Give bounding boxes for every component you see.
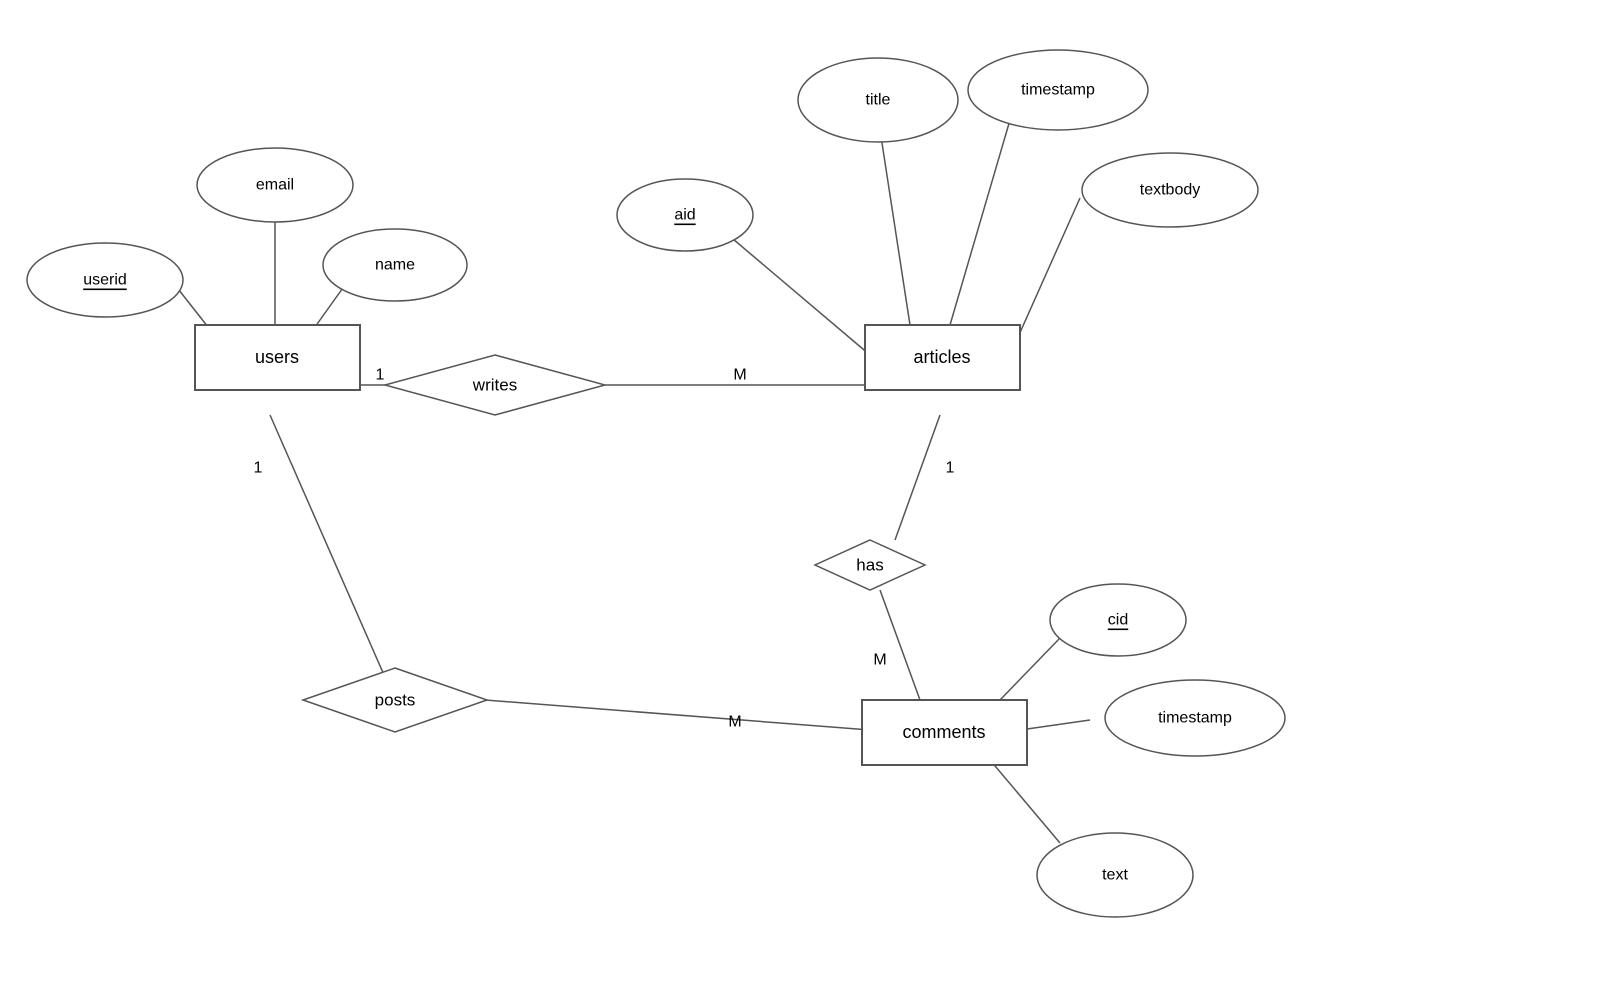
attr-timestamp-comments-label: timestamp <box>1158 710 1232 727</box>
attr-name-label: name <box>375 257 415 274</box>
card-articles-has-1: 1 <box>946 460 955 477</box>
er-diagram: userid email name aid title timestamp te… <box>0 0 1606 998</box>
entity-comments-label: comments <box>902 722 985 742</box>
attr-title-label: title <box>866 92 891 109</box>
card-comments-posts-m: M <box>728 714 741 731</box>
line-title-articles <box>880 130 910 325</box>
card-articles-writes-m: M <box>733 367 746 384</box>
attr-textbody-label: textbody <box>1140 182 1200 199</box>
card-users-posts-1: 1 <box>254 460 263 477</box>
line-posts-comments <box>485 700 870 730</box>
line-timestamp-articles <box>950 120 1010 325</box>
card-comments-has-m: M <box>873 652 886 669</box>
line-articles-has <box>895 415 940 540</box>
attr-cid-label: cid <box>1108 612 1128 629</box>
line-text-comments <box>990 760 1060 843</box>
line-timestamp-comments <box>1020 720 1090 730</box>
attr-text-label: text <box>1102 867 1128 884</box>
rel-has-label: has <box>856 556 883 575</box>
entity-users-label: users <box>255 347 299 367</box>
line-has-comments <box>880 590 920 700</box>
line-aid-articles <box>720 228 870 355</box>
attr-userid-label: userid <box>83 272 127 289</box>
attr-email-label: email <box>256 177 294 194</box>
attr-timestamp-articles-label: timestamp <box>1021 82 1095 99</box>
line-users-posts <box>270 415 395 700</box>
rel-writes-label: writes <box>472 376 517 395</box>
attr-aid-label: aid <box>674 207 695 224</box>
card-users-writes-1: 1 <box>376 367 385 384</box>
line-cid-comments <box>1000 638 1060 700</box>
rel-posts-label: posts <box>375 691 416 710</box>
entity-articles-label: articles <box>913 347 970 367</box>
